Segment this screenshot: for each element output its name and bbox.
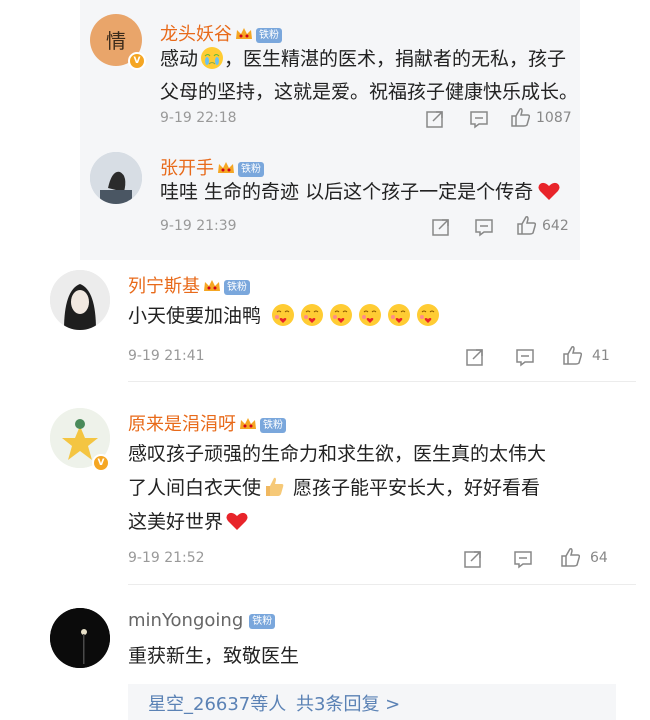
kiss-emoji-icon: [272, 304, 295, 326]
timestamp: 9-19 22:18: [160, 110, 237, 126]
share-icon[interactable]: [424, 108, 446, 130]
avatar[interactable]: [50, 608, 110, 668]
thumbs-up-icon[interactable]: [562, 344, 584, 366]
comment-text-line: 了人间白衣天使 愿孩子能平安长大，好好看看: [128, 477, 541, 499]
crying-emoji-icon: [201, 47, 224, 69]
comment-text: 重获新生，致敬医生: [128, 645, 300, 667]
comment-icon[interactable]: [468, 108, 490, 130]
svg-text:情: 情: [106, 29, 126, 53]
like-count: 642: [542, 218, 569, 234]
comment-text: 哇哇 生命的奇迹 以后这个孩子一定是个传奇: [160, 176, 566, 209]
divider: [128, 381, 636, 382]
kiss-emoji-row: [265, 304, 445, 327]
red-heart-icon: [226, 512, 248, 530]
comment-text: 小天使要加油鸭: [128, 300, 445, 333]
thumbs-up-icon[interactable]: [560, 546, 582, 568]
like-count: 1087: [536, 110, 572, 126]
username[interactable]: minYongoing 铁粉: [128, 610, 276, 631]
comment-text-line: 这美好世界: [128, 506, 254, 539]
timestamp: 9-19 21:52: [128, 550, 205, 566]
fan-badge: 铁粉: [260, 418, 286, 433]
divider: [128, 584, 636, 585]
username-text[interactable]: 龙头妖谷: [160, 24, 232, 45]
reply-summary[interactable]: 星空_26637等人 共3条回复 >: [128, 684, 616, 720]
fan-badge: 铁粉: [224, 280, 250, 295]
fan-badge: 铁粉: [238, 162, 264, 177]
comment-text: 感动 ，医生精湛的医术，捐献者的无私，孩子: [160, 47, 567, 70]
thumbs-up-emoji-icon: [266, 477, 284, 496]
kiss-emoji-icon: [330, 304, 353, 326]
share-icon[interactable]: [430, 216, 452, 238]
thumbs-up-icon[interactable]: [510, 106, 532, 128]
kiss-emoji-icon: [388, 304, 411, 326]
kiss-emoji-icon: [301, 304, 324, 326]
comment-text-line: 感叹孩子顽强的生命力和求生欲，医生真的太伟大: [128, 443, 547, 465]
verified-v-icon: V: [128, 52, 146, 70]
reply-users[interactable]: 星空_26637等人: [148, 694, 286, 715]
share-icon[interactable]: [462, 548, 484, 570]
share-icon[interactable]: [464, 346, 486, 368]
avatar[interactable]: [50, 270, 110, 330]
username-text[interactable]: 原来是涓涓呀: [128, 414, 236, 435]
kiss-emoji-icon: [417, 304, 440, 326]
username-text[interactable]: 列宁斯基: [128, 276, 200, 297]
username[interactable]: 原来是涓涓呀 铁粉: [128, 410, 286, 436]
kiss-emoji-icon: [359, 304, 382, 326]
red-heart-icon: [538, 182, 560, 200]
crown-icon: [240, 418, 256, 429]
crown-icon: [204, 280, 220, 291]
reply-summary-text[interactable]: 星空_26637等人 共3条回复 >: [148, 690, 400, 716]
like-count: 41: [592, 348, 610, 364]
fan-badge: 铁粉: [249, 614, 276, 629]
comment-text-line: 父母的坚持，这就是爱。祝福孩子健康快乐成长。: [160, 81, 579, 103]
like-count: 64: [590, 550, 608, 566]
crown-icon: [218, 162, 234, 173]
thumbs-up-icon[interactable]: [516, 214, 538, 236]
timestamp: 9-19 21:41: [128, 348, 205, 364]
crown-icon: [236, 28, 252, 39]
avatar[interactable]: [90, 152, 142, 204]
username[interactable]: 列宁斯基 铁粉: [128, 272, 250, 298]
timestamp: 9-19 21:39: [160, 218, 237, 234]
comment-icon[interactable]: [514, 346, 536, 368]
reply-thread-bg: [80, 0, 580, 260]
reply-count-link[interactable]: 共3条回复 >: [296, 694, 400, 715]
fan-badge: 铁粉: [256, 28, 282, 43]
username-text[interactable]: minYongoing: [128, 610, 243, 631]
comment-icon[interactable]: [512, 548, 534, 570]
comment-icon[interactable]: [473, 216, 495, 238]
verified-v-icon: V: [92, 454, 110, 472]
